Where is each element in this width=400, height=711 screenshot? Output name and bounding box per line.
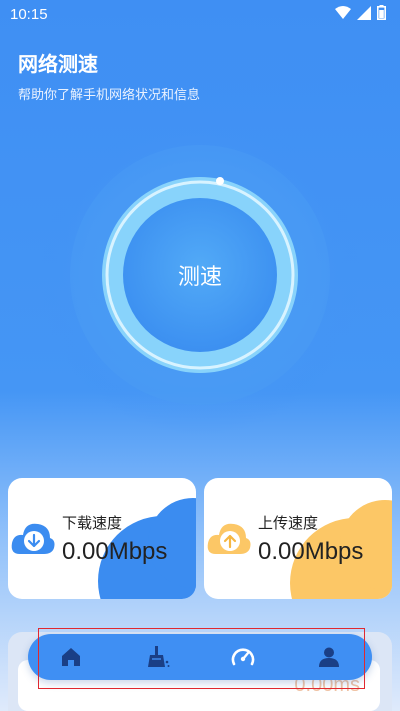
download-arrow-icon [11, 523, 55, 554]
progress-knob [216, 177, 224, 185]
upload-arrow-icon [207, 523, 251, 554]
nav-profile[interactable] [309, 637, 349, 677]
download-value: 0.00Mbps [62, 538, 168, 565]
nav-speedtest[interactable] [223, 637, 263, 677]
person-icon [319, 647, 339, 667]
broom-clean-icon [148, 646, 170, 667]
upload-label: 上传速度 [258, 514, 319, 532]
download-label: 下载速度 [62, 514, 123, 532]
bottom-nav [28, 634, 372, 680]
upload-speed-card: 上传速度 0.00Mbps [204, 478, 392, 599]
start-test-label: 测速 [177, 265, 222, 290]
home-icon [62, 648, 80, 666]
nav-home[interactable] [51, 637, 91, 677]
nav-clean[interactable] [137, 637, 177, 677]
speedometer-icon [231, 648, 255, 666]
start-test-button[interactable]: 测速 [123, 198, 277, 352]
download-speed-card: 下载速度 0.00Mbps [8, 478, 196, 599]
upload-value: 0.00Mbps [258, 538, 364, 565]
